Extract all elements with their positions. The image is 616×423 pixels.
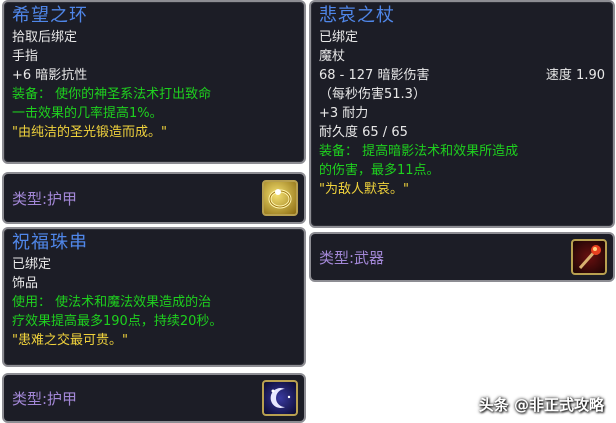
item-tooltip-trinket: 祝福珠串 已绑定 饰品 使用： 使法术和魔法效果造成的治 疗效果提高最多190点…	[2, 227, 306, 367]
use-effect-line: 疗效果提高最多190点，持续20秒。	[12, 314, 223, 329]
damage-row: 68 - 127 暗影伤害 速度 1.90	[319, 66, 605, 85]
equip-effect-line: 装备： 提高暗影法术和效果所造成	[319, 144, 519, 159]
slot-text: 饰品	[12, 276, 39, 291]
item-tooltip-wand: 悲哀之杖 已绑定 魔杖 68 - 127 暗影伤害 速度 1.90 （每秒伤害5…	[309, 0, 615, 228]
item-type-bar-wand: 类型:武器	[309, 232, 615, 282]
equip-effect-line: 装备： 使你的神圣系法术打出致命	[12, 87, 212, 102]
slot-text: 魔杖	[319, 49, 346, 64]
equip-effect-line: 的伤害，最多11点。	[319, 163, 440, 178]
bind-text: 拾取后绑定	[12, 30, 78, 45]
item-name: 悲哀之杖	[319, 5, 395, 26]
item-type-label: 类型:护甲	[12, 189, 78, 208]
item-type-label: 类型:武器	[319, 248, 385, 267]
item-tooltip-ring: 希望之环 拾取后绑定 手指 +6 暗影抗性 装备： 使你的神圣系法术打出致命 一…	[2, 0, 306, 164]
item-name: 祝福珠串	[12, 232, 88, 253]
stat-text: +3 耐力	[319, 106, 369, 121]
stat-text: +6 暗影抗性	[12, 68, 88, 83]
damage-text: 68 - 127 暗影伤害	[319, 68, 430, 83]
flavor-text: "为敌人默哀。"	[319, 182, 409, 197]
slot-text: 手指	[12, 49, 39, 64]
item-type-label: 类型:护甲	[12, 389, 78, 408]
moon-beads-icon[interactable]	[262, 380, 298, 416]
red-wand-icon[interactable]	[571, 239, 607, 275]
dps-text: （每秒伤害51.3）	[319, 87, 426, 102]
item-type-bar-ring: 类型:护甲	[2, 172, 306, 224]
speed-text: 速度 1.90	[545, 68, 605, 83]
flavor-text: "患难之交最可贵。"	[12, 333, 128, 348]
use-effect-line: 使用： 使法术和魔法效果造成的治	[12, 295, 212, 310]
item-type-bar-trinket: 类型:护甲	[2, 373, 306, 423]
bind-text: 已绑定	[319, 30, 359, 45]
item-name: 希望之环	[12, 5, 88, 26]
equip-effect-line: 一击效果的几率提高1%。	[12, 106, 163, 121]
watermark-text: 头条 @非正式攻略	[478, 396, 604, 414]
gold-ring-icon[interactable]	[262, 180, 298, 216]
durability-text: 耐久度 65 / 65	[319, 125, 408, 140]
flavor-text: "由纯洁的圣光锻造而成。"	[12, 125, 167, 140]
bind-text: 已绑定	[12, 257, 52, 272]
